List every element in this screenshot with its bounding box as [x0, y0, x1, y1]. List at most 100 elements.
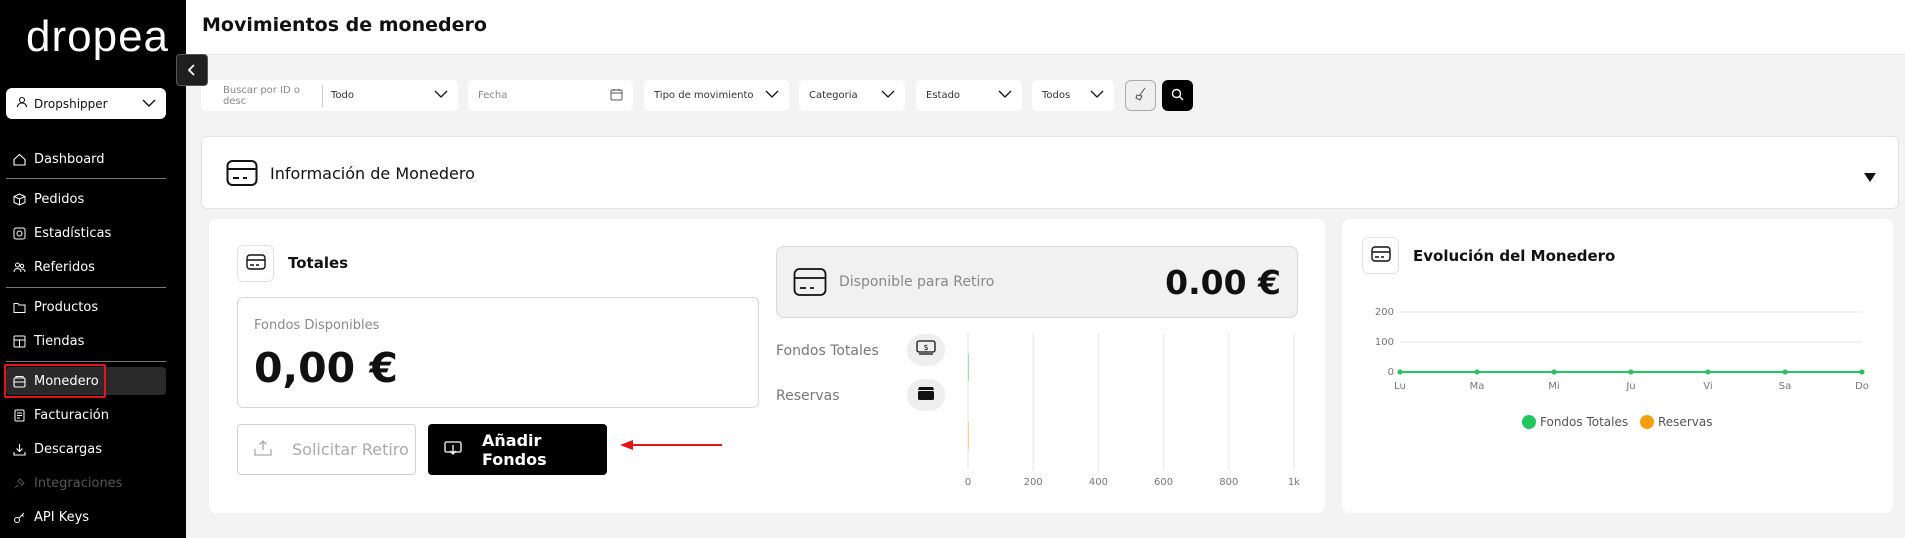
page-title: Movimientos de monedero — [202, 14, 487, 36]
movement-type-filter[interactable]: Tipo de movimiento — [644, 80, 789, 111]
fondos-totales-label: Fondos Totales — [776, 343, 879, 359]
chevron-down-icon — [765, 89, 779, 102]
sidebar-item-label: Productos — [34, 299, 99, 315]
page-header: Movimientos de monedero — [186, 0, 1905, 55]
x-tick-label: Mi — [1548, 381, 1559, 392]
wallet-info-accordion[interactable]: Información de Monedero — [201, 136, 1899, 209]
data-point — [1551, 369, 1557, 375]
search-button[interactable] — [1162, 80, 1193, 111]
totales-bar-chart: 0 200 400 600 800 1k — [965, 333, 1300, 488]
sidebar-item-pedidos[interactable]: Pedidos — [6, 185, 166, 213]
x-tick-label: 800 — [1219, 477, 1238, 488]
category-filter[interactable]: Categoria — [799, 80, 905, 111]
data-point — [1474, 369, 1480, 375]
broom-icon — [1134, 86, 1148, 105]
role-select-label: Dropshipper — [34, 96, 108, 111]
disponible-retiro-label: Disponible para Retiro — [839, 274, 995, 290]
x-tick-label: Ma — [1470, 381, 1485, 392]
sidebar-item-facturacion[interactable]: Facturación — [6, 401, 166, 429]
calendar-icon — [610, 88, 623, 104]
x-tick-label: Do — [1855, 381, 1869, 392]
sidebar-item-label: Integraciones — [34, 475, 123, 491]
user-icon — [16, 96, 28, 111]
clear-filters-button[interactable] — [1125, 80, 1156, 111]
sidebar-item-label: Pedidos — [34, 191, 85, 207]
anadir-fondos-button[interactable]: Añadir Fondos — [428, 424, 607, 475]
data-point — [1705, 369, 1711, 375]
all-label: Todos — [1042, 90, 1071, 101]
x-tick-label: 200 — [1024, 477, 1043, 488]
y-tick-label: 200 — [1375, 307, 1394, 318]
role-select[interactable]: Dropshipper — [6, 88, 166, 119]
search-input[interactable]: Buscar por ID o desc — [223, 84, 323, 107]
chevron-down-icon — [1090, 89, 1104, 102]
status-filter[interactable]: Estado — [916, 80, 1022, 111]
sidebar-item-label: Estadísticas — [34, 225, 112, 241]
sidebar-item-tiendas[interactable]: Tiendas — [6, 327, 166, 355]
solicitar-retiro-label: Solicitar Retiro — [292, 440, 409, 459]
add-funds-icon — [444, 440, 462, 460]
x-tick-label: 1k — [1288, 477, 1300, 488]
svg-text:$: $ — [923, 343, 928, 352]
caret-down-icon — [1864, 167, 1876, 186]
chevron-down-icon — [434, 89, 448, 102]
sidebar-item-productos[interactable]: Productos — [6, 293, 166, 321]
sidebar-item-label: Dashboard — [34, 151, 105, 167]
sidebar-item-monedero[interactable]: Monedero — [4, 364, 166, 398]
evolucion-line-chart: 0 100 200 Lu Ma Mi Ju Vi Sa Do — [1375, 307, 1869, 392]
legend-reservas[interactable]: Reservas — [1640, 415, 1712, 429]
disponible-retiro-value: 0.00 € — [1165, 263, 1281, 302]
x-tick-label: 0 — [965, 477, 971, 488]
status-label: Estado — [926, 90, 961, 101]
fondos-disponibles-label: Fondos Disponibles — [254, 318, 380, 333]
totales-icon-box — [237, 245, 274, 282]
withdraw-icon — [254, 439, 272, 460]
card-icon — [226, 159, 258, 191]
y-tick-label: 100 — [1375, 337, 1394, 348]
sidebar-item-dashboard[interactable]: Dashboard — [6, 145, 166, 173]
x-tick-label: 400 — [1089, 477, 1108, 488]
movement-type-label: Tipo de movimiento — [654, 90, 754, 101]
chevron-left-icon — [187, 61, 197, 80]
key-icon — [12, 510, 26, 524]
x-tick-label: 600 — [1154, 477, 1173, 488]
all-filter[interactable]: Todos — [1032, 80, 1114, 111]
sidebar-item-label: Tiendas — [34, 333, 85, 349]
sidebar-item-estadisticas[interactable]: Estadísticas — [6, 219, 166, 247]
search-filter[interactable]: Buscar por ID o desc Todo — [201, 80, 458, 111]
nav-divider — [6, 361, 166, 362]
solicitar-retiro-button[interactable]: Solicitar Retiro — [237, 424, 416, 475]
y-tick-label: 0 — [1388, 367, 1394, 378]
wallet-info-title: Información de Monedero — [270, 164, 475, 183]
highlight-box — [4, 364, 106, 398]
disponible-retiro-box: Disponible para Retiro 0.00 € — [776, 246, 1298, 318]
sidebar-item-referidos[interactable]: Referidos — [6, 253, 166, 281]
date-input[interactable]: Fecha — [478, 90, 610, 101]
data-point — [1628, 369, 1634, 375]
users-icon — [12, 260, 26, 274]
nav-divider — [6, 178, 166, 179]
reservas-icon-badge — [907, 379, 945, 411]
x-tick-label: Vi — [1703, 381, 1712, 392]
collapse-sidebar-button[interactable] — [176, 54, 208, 86]
card-icon — [245, 253, 266, 274]
evolucion-title: Evolución del Monedero — [1413, 247, 1616, 265]
download-icon — [12, 442, 26, 456]
bar — [968, 422, 969, 450]
date-filter[interactable]: Fecha — [468, 80, 633, 111]
reservas-label: Reservas — [776, 388, 840, 404]
legend-fondos-totales[interactable]: Fondos Totales — [1522, 415, 1628, 429]
nav-divider — [6, 287, 166, 288]
anadir-fondos-label: Añadir Fondos — [482, 430, 547, 469]
dropea-logo[interactable]: dropea — [26, 12, 169, 62]
sidebar-item-label: Facturación — [34, 407, 109, 423]
sidebar-item-api-keys[interactable]: API Keys — [6, 503, 166, 531]
legend-swatch — [1640, 415, 1654, 429]
drawer-icon — [916, 385, 936, 405]
integrations-icon — [12, 476, 26, 490]
sidebar-item-descargas[interactable]: Descargas — [6, 435, 166, 463]
chevron-down-icon — [881, 89, 895, 102]
scope-select[interactable]: Todo — [331, 90, 434, 101]
category-label: Categoria — [809, 90, 858, 101]
chevron-down-icon — [998, 89, 1012, 102]
